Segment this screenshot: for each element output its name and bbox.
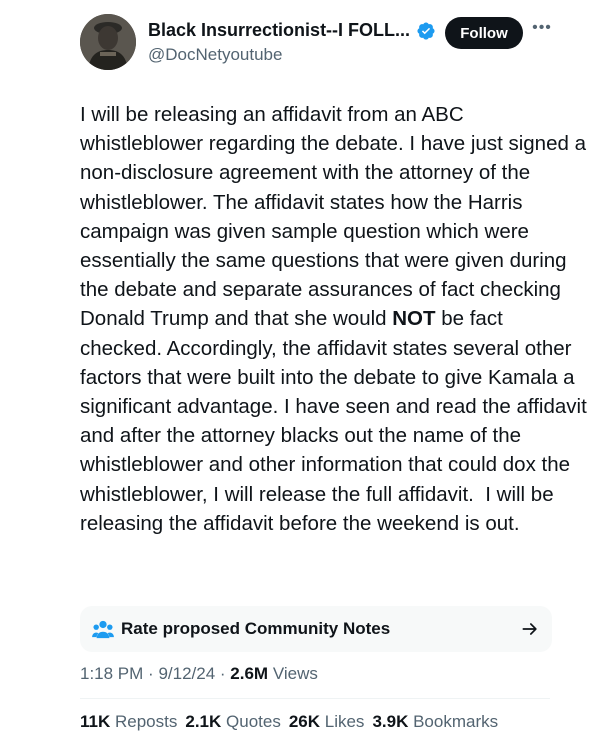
likes-count: 26K [288,712,321,731]
engagement-stats: 11K Reposts 2.1K Quotes 26K Likes 3.9K B… [80,712,498,732]
avatar[interactable] [80,14,136,70]
quotes-count: 2.1K [185,712,222,731]
tweet-time[interactable]: 1:18 PM [80,664,143,683]
community-notes-icon [92,620,114,639]
arrow-right-icon [522,623,537,635]
reposts-stat[interactable]: 11K Reposts [80,712,177,732]
more-horizontal-icon[interactable]: ••• [530,18,554,42]
views-label: Views [272,664,318,683]
community-notes-prompt[interactable]: Rate proposed Community Notes [80,606,552,652]
tweet-text: I will be releasing an affidavit from an… [80,100,590,538]
bookmarks-stat[interactable]: 3.9K Bookmarks [372,712,498,732]
tweet-text-bold: NOT [392,307,436,331]
verified-badge-icon [417,21,435,40]
views-count: 2.6M [230,664,269,683]
meta-separator: · [219,664,231,683]
author-display-name[interactable]: Black Insurrectionist--I FOLL... [148,20,410,41]
avatar-image [80,14,136,70]
meta-separator: · [148,664,159,683]
tweet-date[interactable]: 9/12/24 [158,664,215,683]
community-notes-label: Rate proposed Community Notes [121,619,391,638]
tweet-text-part-1: I will be releasing an affidavit from an… [80,103,592,331]
tweet-meta: 1:18 PM · 9/12/24 · 2.6M Views [80,664,318,684]
quotes-label: Quotes [226,712,281,731]
quotes-stat[interactable]: 2.1K Quotes [185,712,280,732]
author-name-row[interactable]: Black Insurrectionist--I FOLL... [148,20,436,41]
likes-stat[interactable]: 26K Likes [289,712,365,732]
reposts-label: Reposts [114,712,178,731]
likes-label: Likes [324,712,365,731]
tweet-text-part-2: be fact checked. Accordingly, the affida… [80,307,593,535]
divider [80,698,550,699]
reposts-count: 11K [80,712,111,731]
follow-button[interactable]: Follow [445,17,523,49]
bookmarks-count: 3.9K [372,712,409,731]
bookmarks-label: Bookmarks [413,712,499,731]
author-handle[interactable]: @DocNetyoutube [148,45,282,65]
